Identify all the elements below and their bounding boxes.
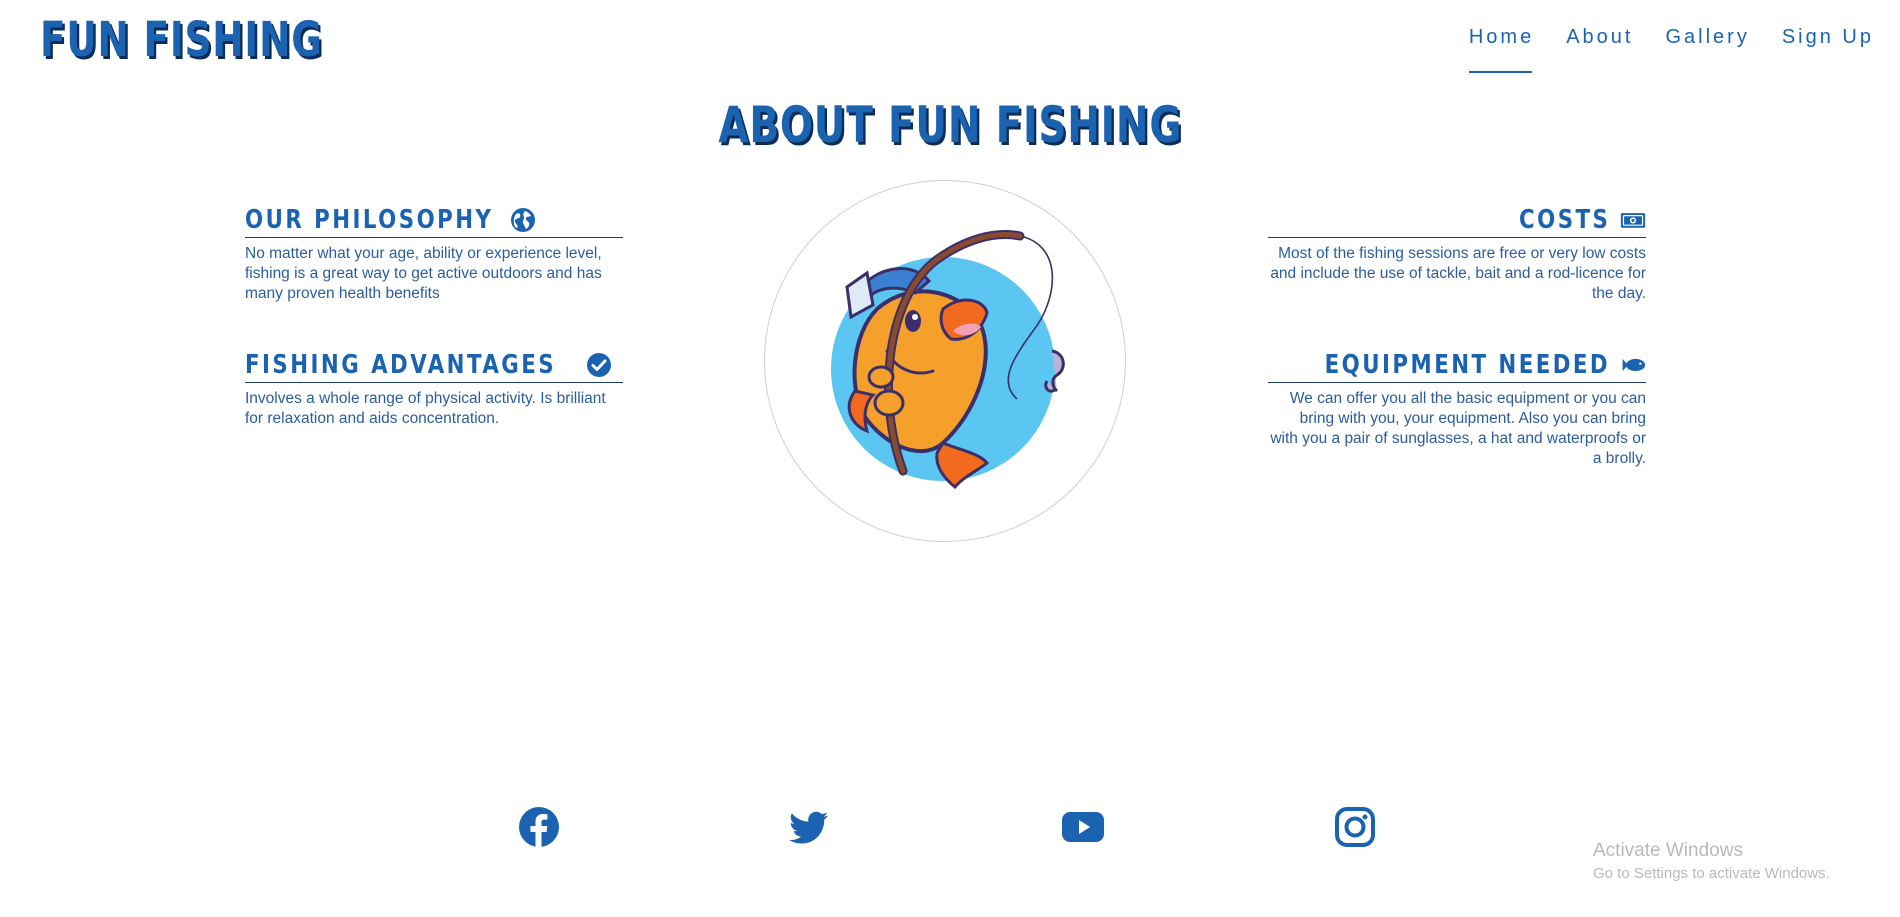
brand-logo[interactable]: FUN FISHING xyxy=(40,12,323,68)
main-nav: Home About Gallery Sign Up xyxy=(1437,26,1874,73)
feature-equipment-needed: EQUIPMENT NEEDED We can offer you all th… xyxy=(1268,350,1646,469)
page-title: ABOUT FUN FISHING xyxy=(718,96,1182,154)
instagram-icon[interactable] xyxy=(1334,806,1376,848)
check-circle-icon xyxy=(587,353,612,377)
activate-windows-watermark: Activate Windows Go to Settings to activ… xyxy=(1593,840,1830,882)
feature-text: We can offer you all the basic equipment… xyxy=(1270,390,1646,467)
feature-text: Involves a whole range of physical activ… xyxy=(245,390,606,427)
feature-text: Most of the fishing sessions are free or… xyxy=(1270,245,1646,302)
feature-heading: OUR PHILOSOPHY xyxy=(245,205,623,238)
globe-icon xyxy=(511,208,535,232)
nav-gallery[interactable]: Gallery xyxy=(1665,26,1749,73)
fish-icon xyxy=(1622,358,1646,372)
watermark-title: Activate Windows xyxy=(1593,840,1743,861)
feature-fishing-advantages: FISHING ADVANTAGES Involves a whole rang… xyxy=(245,350,623,429)
feature-heading: FISHING ADVANTAGES xyxy=(245,350,623,383)
twitter-icon[interactable] xyxy=(788,806,830,848)
mascot-image xyxy=(764,180,1126,542)
fishing-fish-mascot-illustration xyxy=(831,230,1065,490)
youtube-icon[interactable] xyxy=(1062,806,1104,848)
watermark-subtitle: Go to Settings to activate Windows. xyxy=(1593,865,1830,882)
nav-sign-up[interactable]: Sign Up xyxy=(1782,26,1874,73)
nav-home[interactable]: Home xyxy=(1468,26,1534,73)
feature-text: No matter what your age, ability or expe… xyxy=(245,245,602,302)
feature-heading: COSTS xyxy=(1268,205,1646,238)
feature-heading: EQUIPMENT NEEDED xyxy=(1268,350,1646,383)
feature-costs: COSTS Most of the fishing sessions are f… xyxy=(1268,205,1646,304)
facebook-icon[interactable] xyxy=(518,806,560,848)
nav-about[interactable]: About xyxy=(1566,26,1633,73)
feature-our-philosophy: OUR PHILOSOPHY No matter what your age, … xyxy=(245,205,623,304)
money-icon xyxy=(1620,213,1646,228)
